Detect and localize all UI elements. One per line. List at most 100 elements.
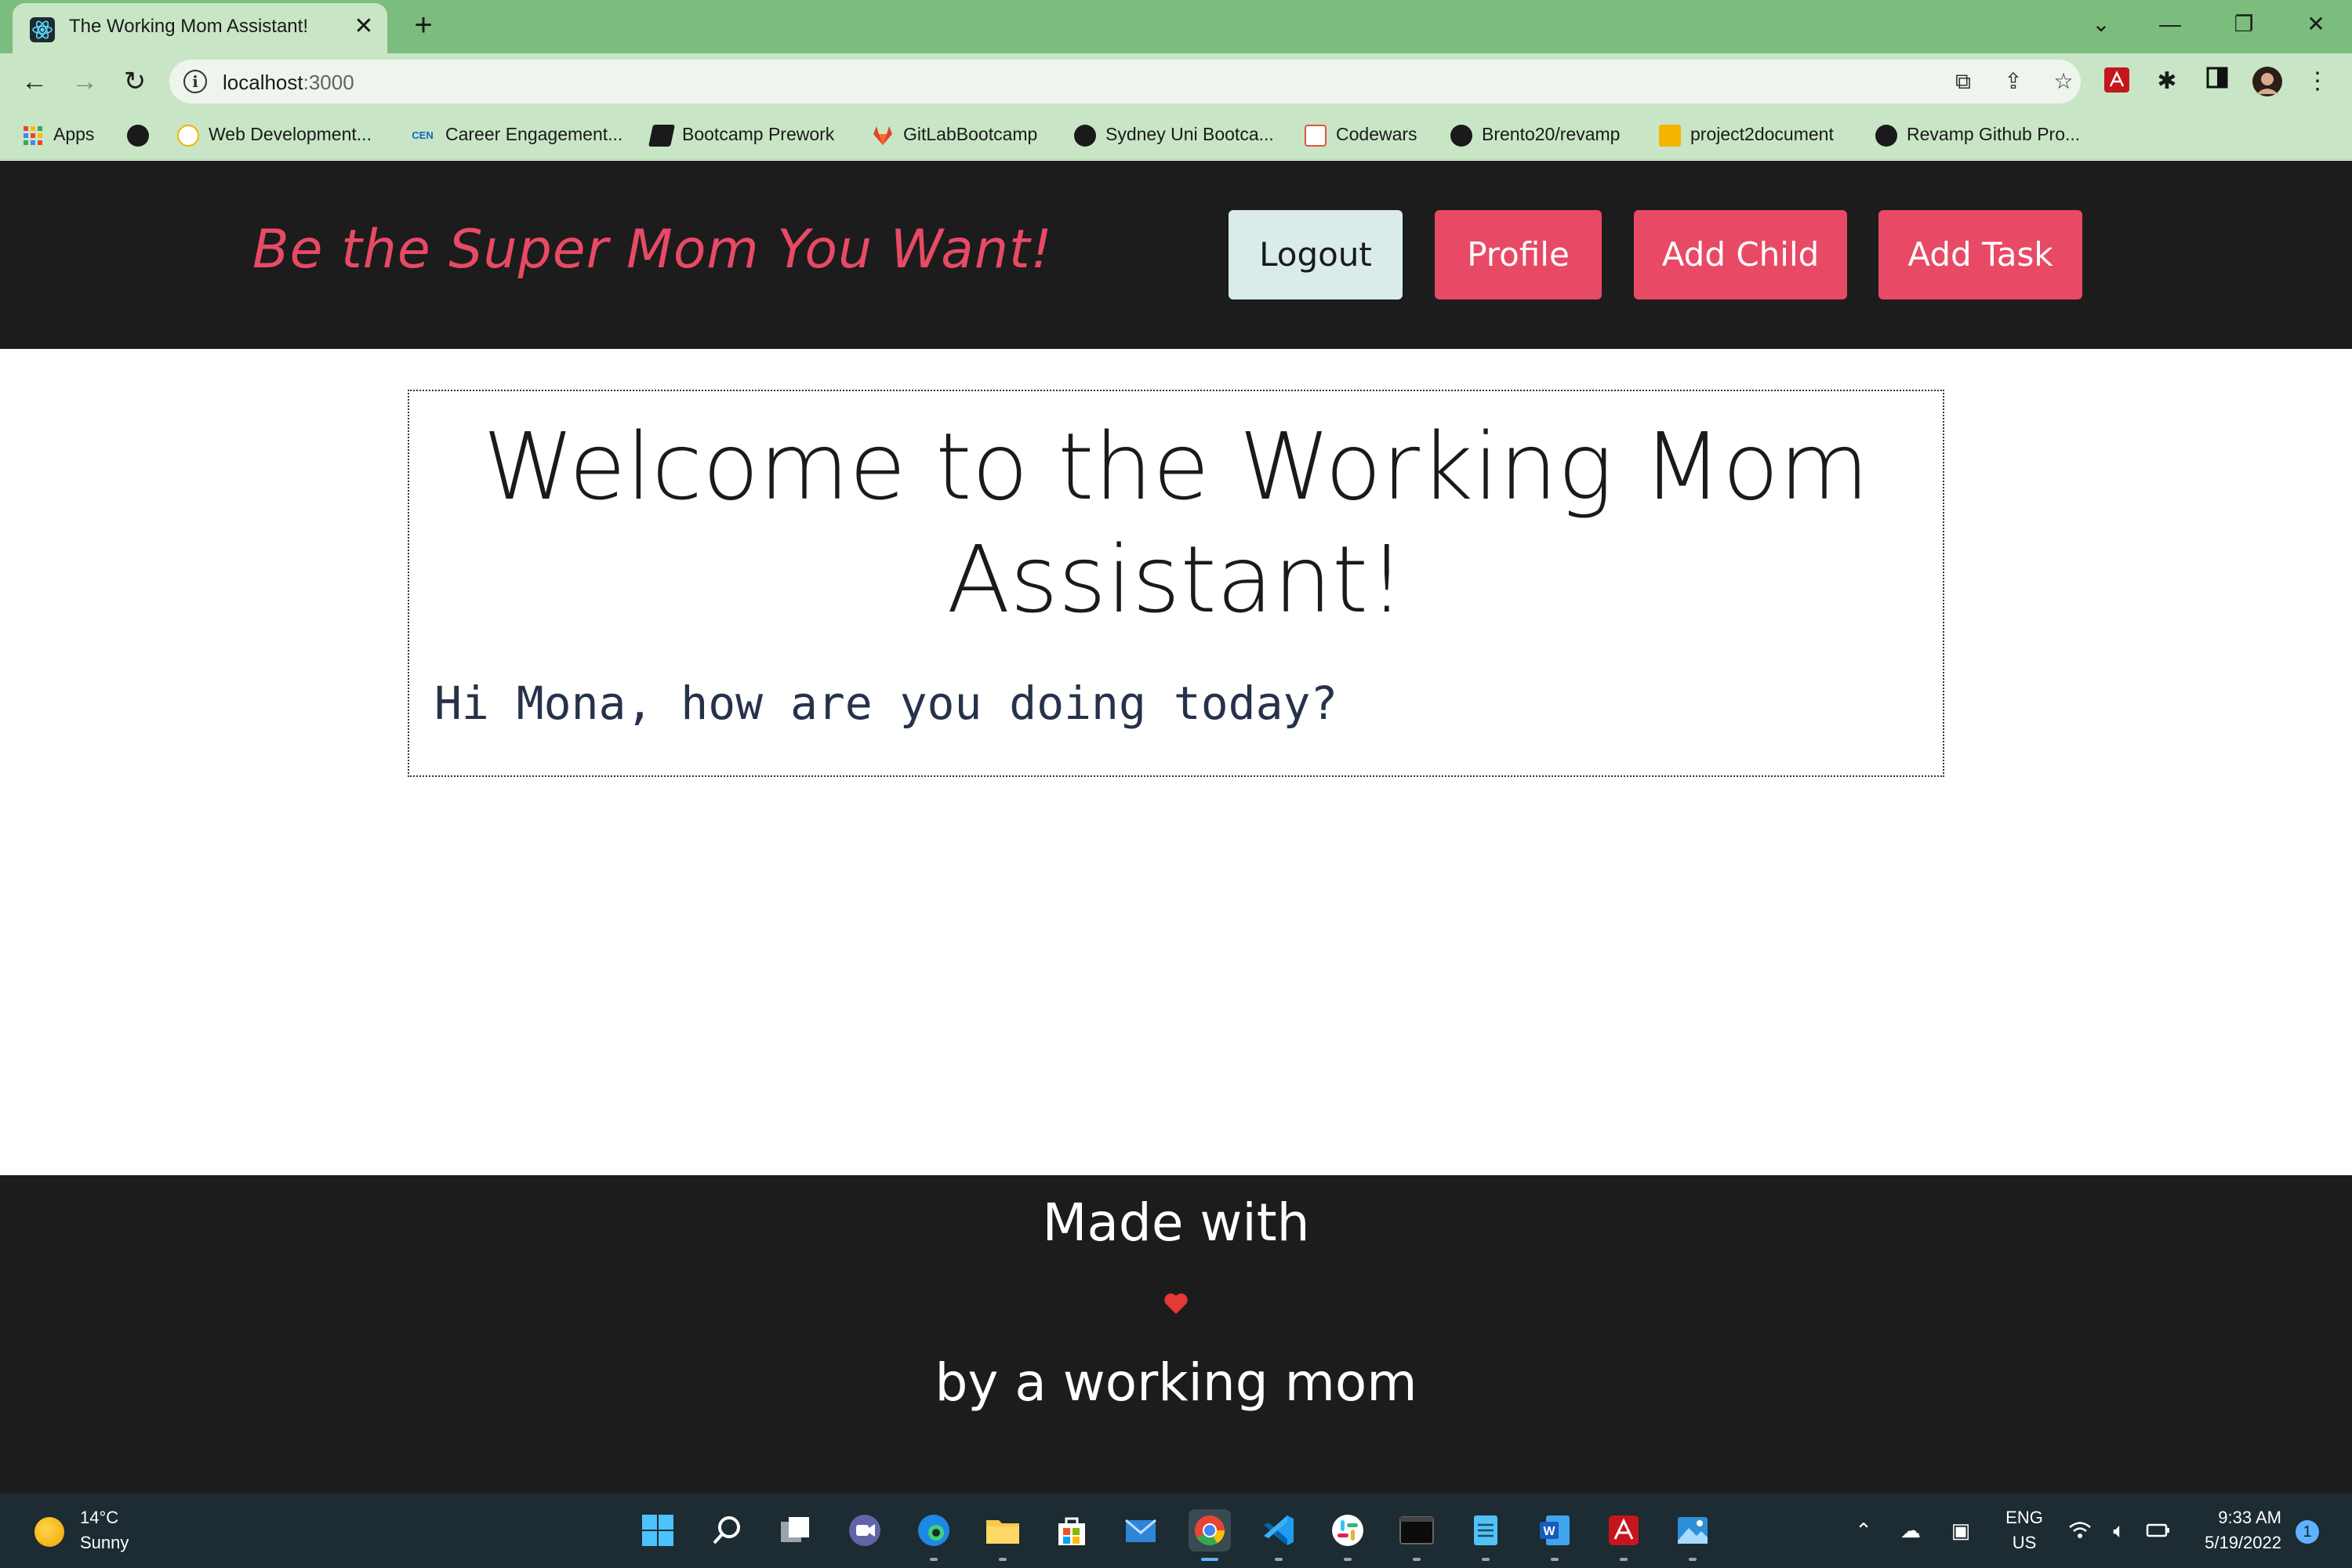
edge-browser-icon[interactable] [913,1509,955,1561]
vscode-icon[interactable] [1258,1509,1300,1561]
react-icon [30,17,55,42]
wifi-icon[interactable] [2067,1517,2093,1544]
terminal-icon[interactable] [1396,1509,1438,1561]
running-indicator [1551,1558,1559,1561]
acrobat-extension-icon[interactable] [2101,66,2132,97]
bookmark-bootcamp-prework[interactable]: Bootcamp Prework [648,121,835,147]
cen-icon: CEN [412,129,434,141]
task-view-icon[interactable] [775,1509,817,1552]
profile-avatar[interactable] [2252,66,2283,97]
volume-icon[interactable]: 🔈︎ [2106,1517,2132,1544]
microsoft-store-icon[interactable] [1051,1509,1093,1552]
bookmark-career-engagement[interactable]: CEN Career Engagement... [409,121,622,147]
bookmark-apps[interactable]: Apps [22,121,94,147]
bookmark-web-development[interactable]: Web Development... [177,121,372,147]
footer-by-working-mom: by a working mom [935,1352,1417,1413]
clock-time[interactable]: 9:33 AM [2187,1508,2281,1528]
bookmark-label: Apps [53,124,95,144]
book-icon [648,124,675,147]
running-indicator [930,1558,938,1561]
browser-menu-icon[interactable]: ⋮ [2302,66,2333,97]
start-button[interactable] [637,1509,679,1552]
language-indicator[interactable]: ENG [2001,1508,2048,1528]
restore-button[interactable]: ❐ [2220,5,2267,44]
reload-icon[interactable]: ↻ [118,64,152,99]
share-icon[interactable]: ⇪ [2001,69,2026,94]
bookmark-codewars[interactable]: Codewars [1305,121,1417,147]
forward-arrow-icon[interactable]: → [67,64,102,99]
mail-icon[interactable] [1120,1509,1162,1552]
footer-made-with: Made with [1042,1192,1310,1253]
bookmark-label: Web Development... [209,124,372,144]
address-bar[interactable]: i localhost:3000 ⧉ ⇪ ☆ [169,60,2081,103]
svg-text:W: W [1543,1525,1555,1538]
heart-icon [1164,1293,1188,1314]
sun-icon[interactable] [34,1517,64,1547]
onedrive-cloud-icon[interactable]: ☁ [1897,1517,1924,1544]
bookmark-label: Codewars [1336,124,1417,144]
bookmark-sydney-uni[interactable]: Sydney Uni Bootca... [1074,121,1274,147]
profile-button[interactable]: Profile [1435,210,1602,299]
teams-chat-icon[interactable] [844,1509,886,1552]
bookmark-revamp-github-pro[interactable]: Revamp Github Pro... [1875,121,2080,147]
bookmark-label: Bootcamp Prework [682,124,835,144]
web-page: Be the Super Mom You Want! Logout Profil… [0,161,2352,1494]
running-indicator [1275,1558,1283,1561]
minimize-button[interactable]: — [2147,5,2194,44]
new-tab-button[interactable]: + [406,8,441,42]
add-task-button[interactable]: Add Task [1878,210,2082,299]
gitlab-icon [873,125,892,145]
display-icon[interactable]: ▣ [1947,1517,1974,1544]
github-icon [1450,124,1472,147]
close-tab-icon[interactable]: ✕ [350,13,378,41]
bookmark-star-icon[interactable]: ☆ [2051,69,2076,94]
globe-icon [127,124,149,147]
welcome-heading-line2: Assistant! [946,525,1406,633]
browser-tab-active[interactable]: The Working Mom Assistant! ✕ [13,3,387,53]
notification-badge[interactable]: 1 [2296,1520,2319,1544]
bookmark-label: Revamp Github Pro... [1907,124,2081,144]
search-icon[interactable] [706,1509,748,1552]
side-panel-icon[interactable] [2201,66,2233,97]
word-icon[interactable]: W [1534,1509,1576,1561]
weather-condition[interactable]: Sunny [80,1533,129,1553]
tab-search-icon[interactable]: ⌄ [2078,5,2125,44]
open-in-app-icon[interactable]: ⧉ [1951,69,1976,94]
bookmarks-bar: Apps Web Development... CEN Career Engage… [0,110,2352,160]
codewars-icon [1305,124,1327,147]
extensions-puzzle-icon[interactable]: ✱ [2151,66,2183,97]
chevron-up-icon[interactable]: ⌃ [1850,1517,1877,1544]
chrome-browser-icon[interactable] [1189,1509,1231,1561]
clock-date[interactable]: 5/19/2022 [2187,1533,2281,1553]
running-indicator [999,1558,1007,1561]
bookmark-project2document[interactable]: project2document [1659,121,1834,147]
bookmark-brento20-revamp[interactable]: Brento20/revamp [1450,121,1620,147]
globe-icon [1074,124,1096,147]
greeting-text: Hi Mona, how are you doing today? [434,677,1338,730]
slack-icon[interactable] [1327,1509,1369,1561]
url-text[interactable]: localhost:3000 [223,71,354,95]
site-header: Be the Super Mom You Want! Logout Profil… [0,161,2352,349]
acrobat-reader-icon[interactable] [1602,1509,1645,1561]
battery-icon[interactable] [2145,1517,2172,1544]
apps-grid-icon [24,125,42,145]
browser-tab-strip: The Working Mom Assistant! ✕ + ⌄ — ❐ ✕ [0,0,2352,53]
bookmark-gitlab[interactable]: GitLabBootcamp [872,121,1037,147]
slides-icon [1659,124,1681,147]
bookmark-globe[interactable] [127,121,149,147]
logout-button[interactable]: Logout [1229,210,1403,299]
region-indicator[interactable]: US [2001,1533,2048,1553]
site-info-icon[interactable]: i [183,70,207,93]
running-indicator [1413,1558,1421,1561]
bookmark-label: project2document [1690,124,1834,144]
running-indicator [1482,1558,1490,1561]
notepad-icon[interactable] [1465,1509,1507,1561]
bookmark-icon [177,124,199,147]
github-icon [1875,124,1897,147]
add-child-button[interactable]: Add Child [1634,210,1847,299]
weather-temperature[interactable]: 14°C [80,1508,118,1528]
file-explorer-icon[interactable] [982,1509,1024,1561]
back-arrow-icon[interactable]: ← [17,64,52,99]
photos-icon[interactable] [1671,1509,1714,1561]
close-window-button[interactable]: ✕ [2292,5,2339,44]
